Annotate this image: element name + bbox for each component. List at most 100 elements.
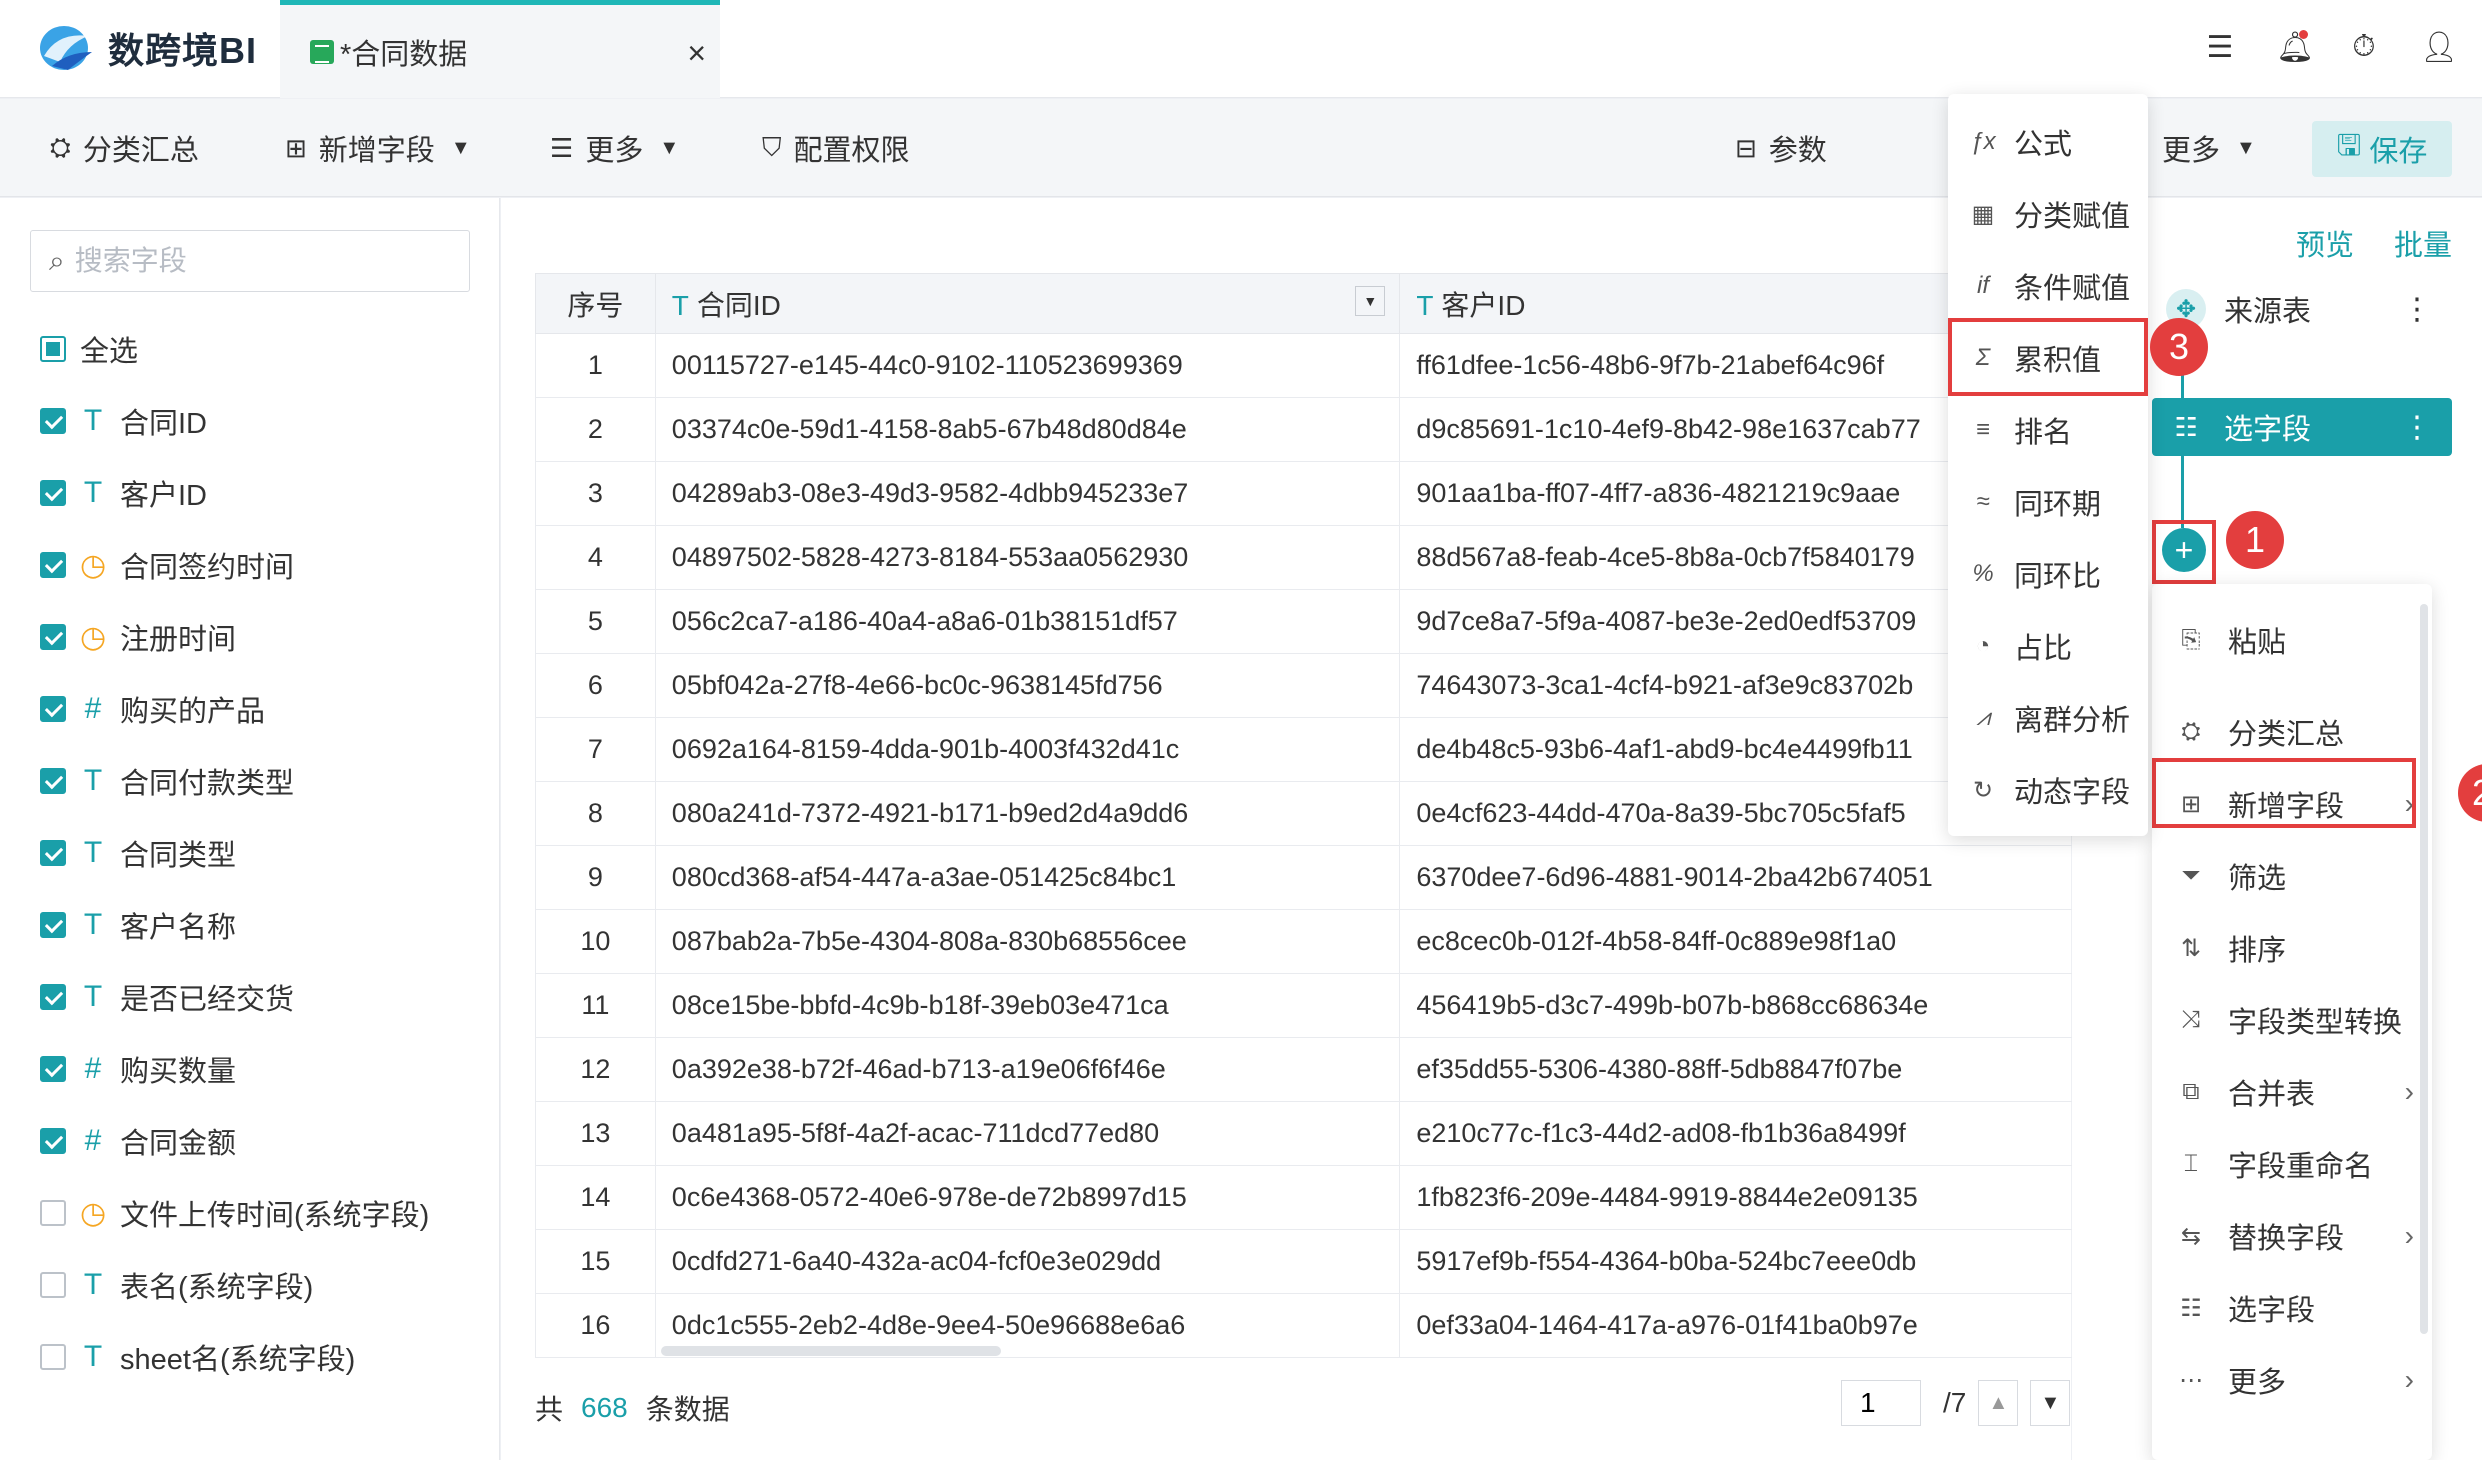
page-up-icon[interactable]: ▲: [1978, 1380, 2019, 1426]
field-checkbox[interactable]: [40, 768, 66, 794]
field-checkbox[interactable]: [40, 480, 66, 506]
user-icon[interactable]: 👤︎: [2420, 30, 2458, 65]
field-checkbox[interactable]: [40, 1128, 66, 1154]
submenu-item-ratio[interactable]: % 同环比: [1948, 538, 2148, 610]
list-icon: ☰: [550, 132, 574, 163]
submenu-item-category-assign[interactable]: ▦ 分类赋值: [1948, 178, 2148, 250]
menu-item-replace[interactable]: ⇆ 替换字段 ›: [2152, 1200, 2432, 1272]
field-row[interactable]: T 合同付款类型: [40, 745, 490, 817]
sheet-icon: [310, 39, 334, 64]
field-checkbox[interactable]: [40, 840, 66, 866]
field-row[interactable]: ◷ 文件上传时间(系统字段): [40, 1177, 490, 1249]
submenu-item-label: 分类赋值: [2014, 201, 2131, 233]
save-button[interactable]: 🖫︎ 保存: [2312, 121, 2452, 177]
table-row: 9 080cd368-af54-447a-a3ae-051425c84bc1 637…: [535, 845, 2075, 910]
select-field-node[interactable]: ☷ 选字段 ⋮: [2152, 398, 2452, 456]
header-contract-id[interactable]: T 合同ID ▼: [654, 273, 1401, 334]
field-checkbox[interactable]: [40, 408, 66, 434]
field-row[interactable]: Tsheet名(系统字段): [40, 1321, 490, 1393]
field-checkbox[interactable]: [40, 552, 66, 578]
config-permission-button[interactable]: ⛉ 配置权限: [762, 99, 910, 197]
submenu-item-proportion[interactable]: ◔ 占比: [1948, 610, 2148, 682]
field-checkbox[interactable]: [40, 912, 66, 938]
save-icon: 🖫︎: [2336, 129, 2362, 162]
row-index: 15: [535, 1229, 656, 1294]
select-all-row[interactable]: 全选: [40, 313, 490, 385]
group-summary-button[interactable]: ⛭ 分类汇总: [50, 99, 199, 197]
submenu-item-period[interactable]: ≈ 同环期: [1948, 466, 2148, 538]
top-right-icons: ☰ 🔔︎ ⏱︎ 👤︎: [2204, 30, 2458, 65]
row-index: 8: [535, 781, 656, 846]
field-checkbox[interactable]: [40, 984, 66, 1010]
field-row[interactable]: # 购买数量: [40, 1033, 490, 1105]
field-row[interactable]: # 合同金额: [40, 1105, 490, 1177]
select-all-checkbox[interactable]: [40, 336, 66, 362]
more-right-button[interactable]: 更多 ▼: [2162, 99, 2256, 197]
field-name: 购买的产品: [120, 696, 266, 728]
tab-title: *合同数据: [340, 38, 468, 71]
save-label: 保存: [2369, 136, 2428, 168]
search-input[interactable]: [74, 245, 435, 277]
menu-item-label: 合并表: [2228, 1079, 2316, 1111]
flow-connector: [2181, 456, 2184, 528]
submenu-item-condition-assign[interactable]: if 条件赋值: [1948, 250, 2148, 322]
field-row[interactable]: ◷ 注册时间: [40, 601, 490, 673]
preview-link[interactable]: 预览: [2296, 222, 2354, 264]
close-icon[interactable]: ×: [687, 35, 706, 72]
menu-item-convert[interactable]: ⤨ 字段类型转换: [2152, 984, 2432, 1056]
caret-down-icon: ▼: [2236, 136, 2256, 159]
submenu-item-outlier[interactable]: ⩘ 离群分析: [1948, 682, 2148, 754]
timer-icon[interactable]: ⏱︎: [2348, 30, 2380, 65]
menu-item-merge[interactable]: ⧉ 合并表 ›: [2152, 1056, 2432, 1128]
condition-assign-icon: if: [1977, 272, 1989, 299]
field-checkbox[interactable]: [40, 1200, 66, 1226]
contract-id-cell: 03374c0e-59d1-4158-8ab5-67b48d80d84e: [654, 397, 1401, 462]
list-check-icon[interactable]: ☰: [2204, 30, 2236, 65]
row-index: 2: [535, 397, 656, 462]
more-button[interactable]: ☰ 更多 ▼: [550, 99, 679, 197]
total-pages: /7: [1943, 1387, 1967, 1418]
column-dropdown-icon[interactable]: ▼: [1355, 285, 1386, 316]
field-checkbox[interactable]: [40, 624, 66, 650]
params-icon: ⊟: [1735, 132, 1757, 163]
batch-link[interactable]: 批量: [2394, 222, 2452, 264]
ratio-icon: %: [1972, 560, 1994, 587]
menu-item-sort[interactable]: ⇅ 排序: [2152, 912, 2432, 984]
page-input[interactable]: [1841, 1380, 1921, 1426]
select-field-icon: ☷: [2174, 411, 2198, 442]
field-checkbox[interactable]: [40, 1344, 66, 1370]
field-row[interactable]: T 表名(系统字段): [40, 1249, 490, 1321]
field-row[interactable]: T 客户名称: [40, 889, 490, 961]
menu-item-more[interactable]: ⋯ 更多 ›: [2152, 1344, 2432, 1416]
node-menu-icon[interactable]: ⋮: [2402, 410, 2432, 445]
field-row[interactable]: # 购买的产品: [40, 673, 490, 745]
field-row[interactable]: ◷ 合同签约时间: [40, 529, 490, 601]
page-down-icon[interactable]: ▼: [2030, 1380, 2071, 1426]
field-row[interactable]: T 客户ID: [40, 457, 490, 529]
menu-item-select-field[interactable]: ☷ 选字段: [2152, 1272, 2432, 1344]
submenu-item-label: 占比: [2014, 633, 2073, 665]
menu-item-paste[interactable]: ⎘ 粘贴: [2152, 604, 2432, 676]
contract-id-cell: 0a392e38-b72f-46ad-b713-a19e06f6f46e: [654, 1037, 1401, 1102]
submenu-item-dynamic-field[interactable]: ↻ 动态字段: [1948, 754, 2148, 826]
table-row: 2 03374c0e-59d1-4158-8ab5-67b48d80d84e d9c…: [535, 397, 2075, 462]
submenu-item-formula[interactable]: ƒx 公式: [1948, 106, 2148, 178]
field-checkbox[interactable]: [40, 696, 66, 722]
field-row[interactable]: T 合同类型: [40, 817, 490, 889]
field-row[interactable]: T 是否已经交货: [40, 961, 490, 1033]
field-row[interactable]: T 合同ID: [40, 385, 490, 457]
menu-item-rename[interactable]: ⌶ 字段重命名: [2152, 1128, 2432, 1200]
node-menu-icon[interactable]: ⋮: [2402, 292, 2432, 327]
text-type-icon: T: [671, 289, 689, 321]
add-step-menu: ⎘ 粘贴 ⛭ 分类汇总 ⊞ 新增字段 › ⏷ 筛选 ⇅ 排序 ⤨ 字段类型转换 ⧉ 合并表 › ⌶ 字段重命名 ⇆ 替…: [2152, 584, 2432, 1460]
params-button[interactable]: ⊟ 参数: [1735, 99, 1827, 197]
submenu-item-rank[interactable]: ≡ 排名: [1948, 394, 2148, 466]
menu-item-filter[interactable]: ⏷ 筛选: [2152, 840, 2432, 912]
field-checkbox[interactable]: [40, 1056, 66, 1082]
horizontal-scrollbar[interactable]: [661, 1346, 1001, 1356]
add-field-button[interactable]: ⊞ 新增字段 ▼: [285, 99, 471, 197]
app-logo[interactable]: 数跨境BI: [38, 18, 257, 78]
document-tab[interactable]: *合同数据 ×: [280, 0, 720, 98]
bell-icon[interactable]: 🔔︎: [2276, 30, 2314, 65]
field-checkbox[interactable]: [40, 1272, 66, 1298]
